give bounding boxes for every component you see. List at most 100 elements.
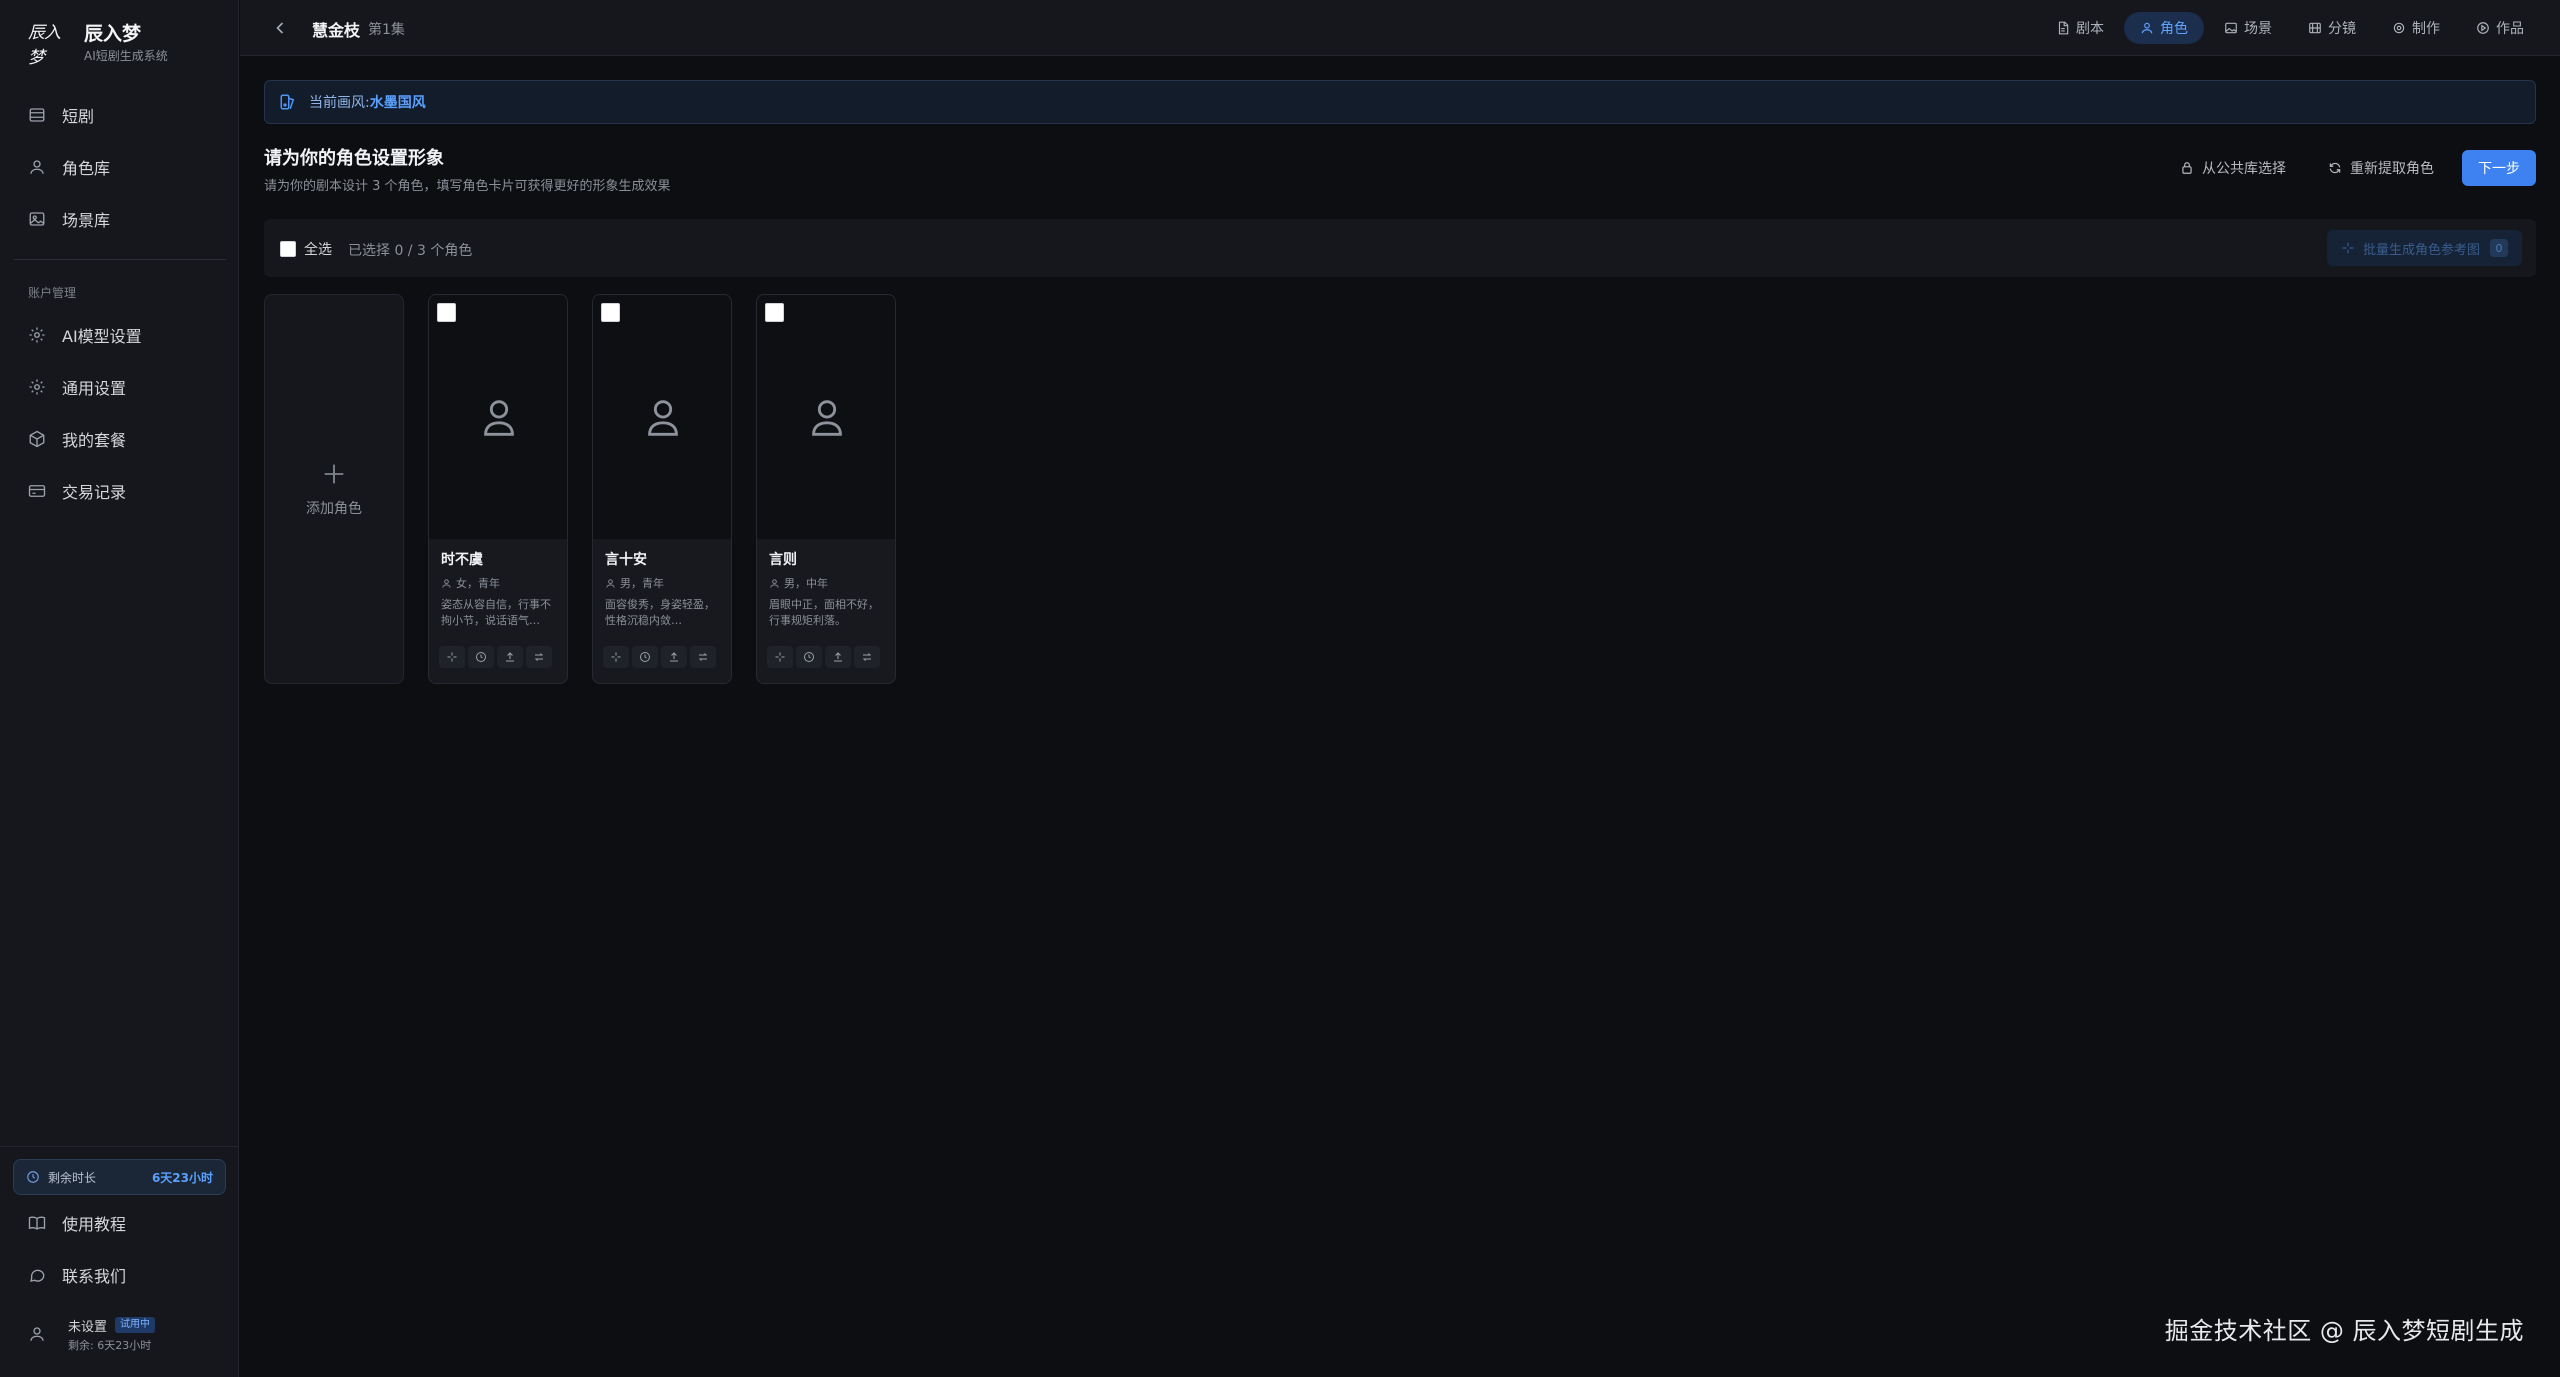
topbar: 慧金枝 第1集 剧本 角色 场景 分镜 制作 作品 xyxy=(240,0,2560,56)
button-label: 重新提取角色 xyxy=(2350,161,2434,177)
character-card[interactable]: 言十安 男，青年 面容俊秀，身姿轻盈，性格沉稳内敛… xyxy=(592,294,732,684)
user-icon xyxy=(2140,21,2154,35)
back-button[interactable] xyxy=(270,18,290,38)
user-icon xyxy=(812,400,842,436)
step-storyboard[interactable]: 分镜 xyxy=(2292,12,2372,44)
next-step-button[interactable]: 下一步 xyxy=(2462,150,2536,186)
palette-icon xyxy=(279,93,297,111)
workflow-steps: 剧本 角色 场景 分镜 制作 作品 xyxy=(2036,12,2540,44)
user-icon xyxy=(28,158,46,176)
sidebar-divider xyxy=(14,259,226,260)
history-button[interactable] xyxy=(468,646,494,668)
sidebar-item-short-drama[interactable]: 短剧 xyxy=(14,93,226,137)
image-icon xyxy=(2224,21,2238,35)
sidebar-item-label: 联系我们 xyxy=(62,1267,127,1286)
refresh-icon xyxy=(2328,161,2342,175)
sidebar-item-transactions[interactable]: 交易记录 xyxy=(14,469,226,513)
sidebar-item-ai-model-settings[interactable]: AI模型设置 xyxy=(14,313,226,357)
character-checkbox[interactable] xyxy=(765,303,784,322)
character-meta: 女，青年 xyxy=(456,577,500,590)
step-works[interactable]: 作品 xyxy=(2460,12,2540,44)
select-all-checkbox[interactable] xyxy=(280,241,296,257)
button-label: 从公共库选择 xyxy=(2202,161,2286,177)
history-button[interactable] xyxy=(796,646,822,668)
character-card[interactable]: 言则 男，中年 眉眼中正，面相不好，行事规矩利落。 xyxy=(756,294,896,684)
card-icon xyxy=(28,482,46,500)
character-meta: 男，中年 xyxy=(784,577,828,590)
upload-icon xyxy=(506,652,514,662)
step-label: 分镜 xyxy=(2328,21,2356,37)
generate-button[interactable] xyxy=(439,646,465,668)
user-icon xyxy=(484,400,514,436)
style-value: 水墨国风 xyxy=(369,95,426,111)
step-label: 场景 xyxy=(2244,21,2272,37)
selected-count: 已选择 0 / 3 个角色 xyxy=(348,243,473,259)
step-scene[interactable]: 场景 xyxy=(2208,12,2288,44)
sidebar-item-character-library[interactable]: 角色库 xyxy=(14,145,226,189)
generate-button[interactable] xyxy=(603,646,629,668)
character-image-placeholder[interactable] xyxy=(593,295,731,539)
book-icon xyxy=(28,1214,46,1232)
swap-button[interactable] xyxy=(854,646,880,668)
batch-generate-button[interactable]: 批量生成角色参考图 0 xyxy=(2326,230,2522,266)
sidebar-item-general-settings[interactable]: 通用设置 xyxy=(14,365,226,409)
character-checkbox[interactable] xyxy=(601,303,620,322)
brand-name: 辰入梦 xyxy=(84,23,142,45)
user-icon xyxy=(605,578,616,589)
style-label: 当前画风: xyxy=(309,95,370,111)
brand-logo: 辰入梦 xyxy=(28,23,61,68)
current-style-banner: 当前画风: 水墨国风 xyxy=(264,80,2536,124)
character-tools xyxy=(439,646,555,668)
character-description: 面容俊秀，身姿轻盈，性格沉稳内敛… xyxy=(605,598,715,627)
clock-icon xyxy=(640,652,650,662)
episode-label: 第1集 xyxy=(368,22,405,38)
film-icon xyxy=(2308,21,2322,35)
sidebar-bottom-nav: 使用教程 联系我们 xyxy=(14,1201,226,1305)
upload-button[interactable] xyxy=(825,646,851,668)
add-character-card[interactable]: 添加角色 xyxy=(264,294,404,684)
character-card[interactable]: 时不虞 女，青年 姿态从容自信，行事不拘小节，说话语气… xyxy=(428,294,568,684)
user-icon xyxy=(441,578,452,589)
sidebar-item-contact[interactable]: 联系我们 xyxy=(14,1253,226,1297)
user-name: 未设置 xyxy=(68,1319,108,1335)
trial-badge: 试用中 xyxy=(115,1317,156,1333)
trial-remaining-box: 剩余时长 6天23小时 xyxy=(13,1159,226,1195)
brand[interactable]: 辰入梦 辰入梦 AI短剧生成系统 xyxy=(28,20,168,68)
sidebar: 辰入梦 辰入梦 AI短剧生成系统 短剧 角色库 场景库 账户管理 AI模型设置 … xyxy=(0,0,239,1377)
trial-label: 剩余时长 xyxy=(48,1170,97,1185)
user-profile[interactable]: 未设置 试用中 剩余: 6天23小时 xyxy=(28,1314,228,1354)
character-tools xyxy=(603,646,719,668)
upload-button[interactable] xyxy=(497,646,523,668)
re-extract-characters-button[interactable]: 重新提取角色 xyxy=(2314,150,2448,186)
plus-icon xyxy=(324,464,344,484)
step-production[interactable]: 制作 xyxy=(2376,12,2456,44)
sidebar-main-nav: 短剧 角色库 场景库 xyxy=(14,93,226,249)
sidebar-item-label: 我的套餐 xyxy=(62,431,127,450)
sidebar-item-my-plan[interactable]: 我的套餐 xyxy=(14,417,226,461)
character-name: 言十安 xyxy=(605,552,647,568)
step-character[interactable]: 角色 xyxy=(2124,12,2204,44)
step-script[interactable]: 剧本 xyxy=(2040,12,2120,44)
character-meta: 男，青年 xyxy=(620,577,664,590)
character-image-placeholder[interactable] xyxy=(429,295,567,539)
section-title: 请为你的角色设置形象 xyxy=(264,148,444,169)
history-button[interactable] xyxy=(632,646,658,668)
swap-icon xyxy=(862,653,872,661)
select-from-public-library-button[interactable]: 从公共库选择 xyxy=(2166,150,2300,186)
swap-button[interactable] xyxy=(526,646,552,668)
character-checkbox[interactable] xyxy=(437,303,456,322)
sidebar-item-tutorial[interactable]: 使用教程 xyxy=(14,1201,226,1245)
lock-icon xyxy=(2180,161,2194,175)
add-character-label: 添加角色 xyxy=(306,501,362,517)
batch-count-badge: 0 xyxy=(2490,239,2508,257)
swap-button[interactable] xyxy=(690,646,716,668)
sidebar-item-label: AI模型设置 xyxy=(62,327,142,346)
section-subtitle: 请为你的剧本设计 3 个角色，填写角色卡片可获得更好的形象生成效果 xyxy=(264,179,671,194)
select-all[interactable]: 全选 xyxy=(280,239,332,259)
sidebar-item-label: 交易记录 xyxy=(62,483,127,502)
sidebar-item-label: 短剧 xyxy=(62,107,95,126)
sidebar-item-scene-library[interactable]: 场景库 xyxy=(14,197,226,241)
generate-button[interactable] xyxy=(767,646,793,668)
upload-button[interactable] xyxy=(661,646,687,668)
character-image-placeholder[interactable] xyxy=(757,295,895,539)
